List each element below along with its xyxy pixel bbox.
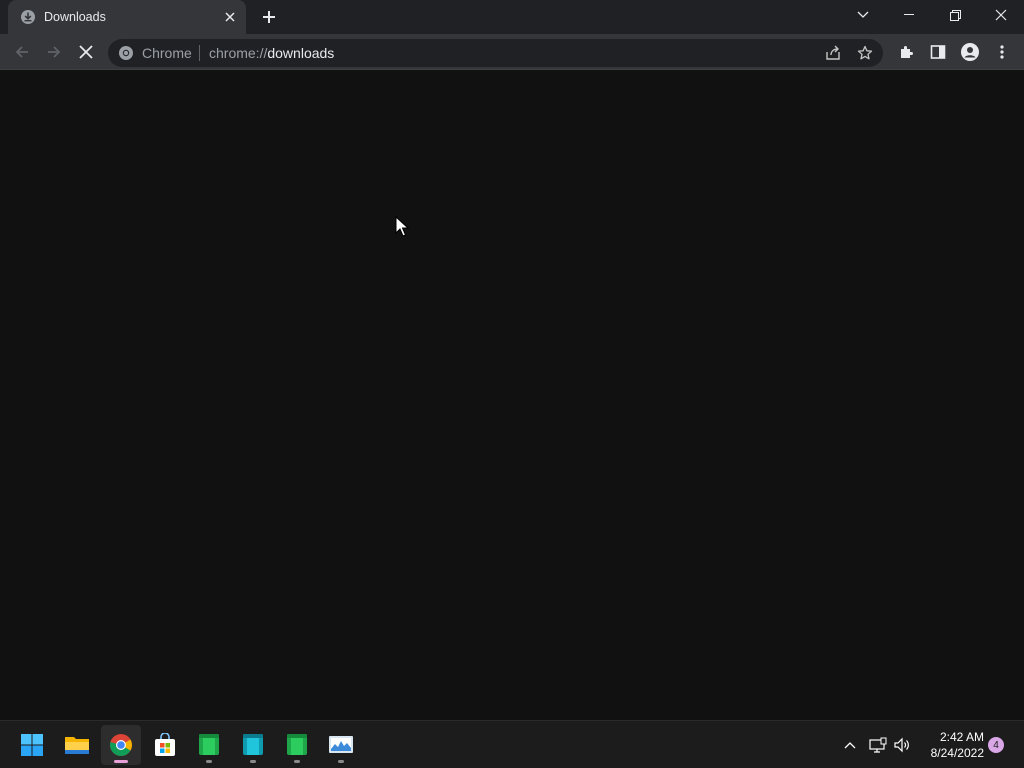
app-running-indicator [206,760,212,763]
profile-icon [961,43,979,61]
stop-loading-icon [79,45,93,59]
tab-downloads[interactable]: Downloads [8,0,246,34]
star-icon [857,45,873,60]
minimize-icon [904,14,914,15]
menu-button[interactable] [988,38,1016,66]
forward-button[interactable] [40,38,68,66]
taskbar: 2:42 AM 8/24/2022 4 [0,720,1024,768]
taskbar-chrome[interactable] [101,725,141,765]
taskbar-file-explorer[interactable] [57,725,97,765]
omnibox-divider [199,45,200,61]
taskbar-teal-app[interactable] [233,725,273,765]
tab-title: Downloads [44,10,106,24]
forward-arrow-icon [48,46,61,58]
clock-time: 2:42 AM [939,730,984,744]
new-tab-button[interactable] [258,6,280,28]
taskbar-green-app-2[interactable] [277,725,317,765]
close-window-button[interactable] [978,0,1024,30]
browser-toolbar: Chrome chrome://downloads [0,34,1024,70]
app-running-indicator [250,760,256,763]
taskbar-green-app-1[interactable] [189,725,229,765]
volume-tray-button[interactable] [892,735,912,755]
chevron-down-icon [857,11,869,18]
start-button[interactable] [12,725,52,765]
taskbar-monitor-app[interactable] [321,725,361,765]
back-button[interactable] [8,38,36,66]
address-bar[interactable]: Chrome chrome://downloads [108,39,883,67]
microsoft-store-icon [155,733,175,756]
close-icon [995,9,1007,21]
clock[interactable]: 2:42 AM 8/24/2022 [918,729,984,761]
green-app-icon [199,734,219,755]
network-icon [869,737,887,753]
app-running-indicator [338,760,344,763]
back-arrow-icon [15,46,28,58]
omnibox-chip: Chrome [142,45,192,61]
share-icon [826,45,840,60]
monitor-app-icon [329,736,353,753]
chevron-up-icon [844,742,856,749]
tab-search-button[interactable] [840,0,886,30]
share-button[interactable] [823,43,843,63]
restore-icon [949,9,961,21]
windows-start-icon [21,734,43,756]
profile-button[interactable] [956,38,984,66]
more-vert-icon [1000,45,1004,59]
chrome-icon [109,734,132,756]
extensions-icon [901,46,913,58]
page-content [0,71,1024,720]
show-hidden-icons-button[interactable] [840,735,860,755]
extensions-button[interactable] [892,38,920,66]
chrome-active-indicator [114,760,128,763]
minimize-button[interactable] [886,0,932,30]
chrome-logo-icon [118,45,134,61]
file-explorer-icon [65,737,89,754]
green-app-icon [287,734,307,755]
volume-icon [894,737,909,753]
bookmark-star-button[interactable] [855,43,875,63]
side-panel-icon [930,45,946,59]
tab-close-icon[interactable] [222,9,238,25]
stop-loading-button[interactable] [72,38,100,66]
taskbar-microsoft-store[interactable] [145,725,185,765]
network-tray-button[interactable] [868,735,888,755]
downloads-favicon-icon [20,9,36,25]
url-scheme: chrome:// [209,45,268,61]
omnibox-url[interactable]: chrome://downloads [209,45,334,61]
restore-button[interactable] [932,0,978,30]
plus-icon [263,11,275,23]
tab-strip: Downloads [0,0,1024,34]
clock-date: 8/24/2022 [930,746,984,760]
mouse-cursor-icon [395,216,409,237]
notification-badge[interactable]: 4 [988,737,1004,753]
app-running-indicator [294,760,300,763]
side-panel-button[interactable] [924,38,952,66]
url-host: downloads [267,45,335,61]
teal-app-icon [243,734,263,755]
